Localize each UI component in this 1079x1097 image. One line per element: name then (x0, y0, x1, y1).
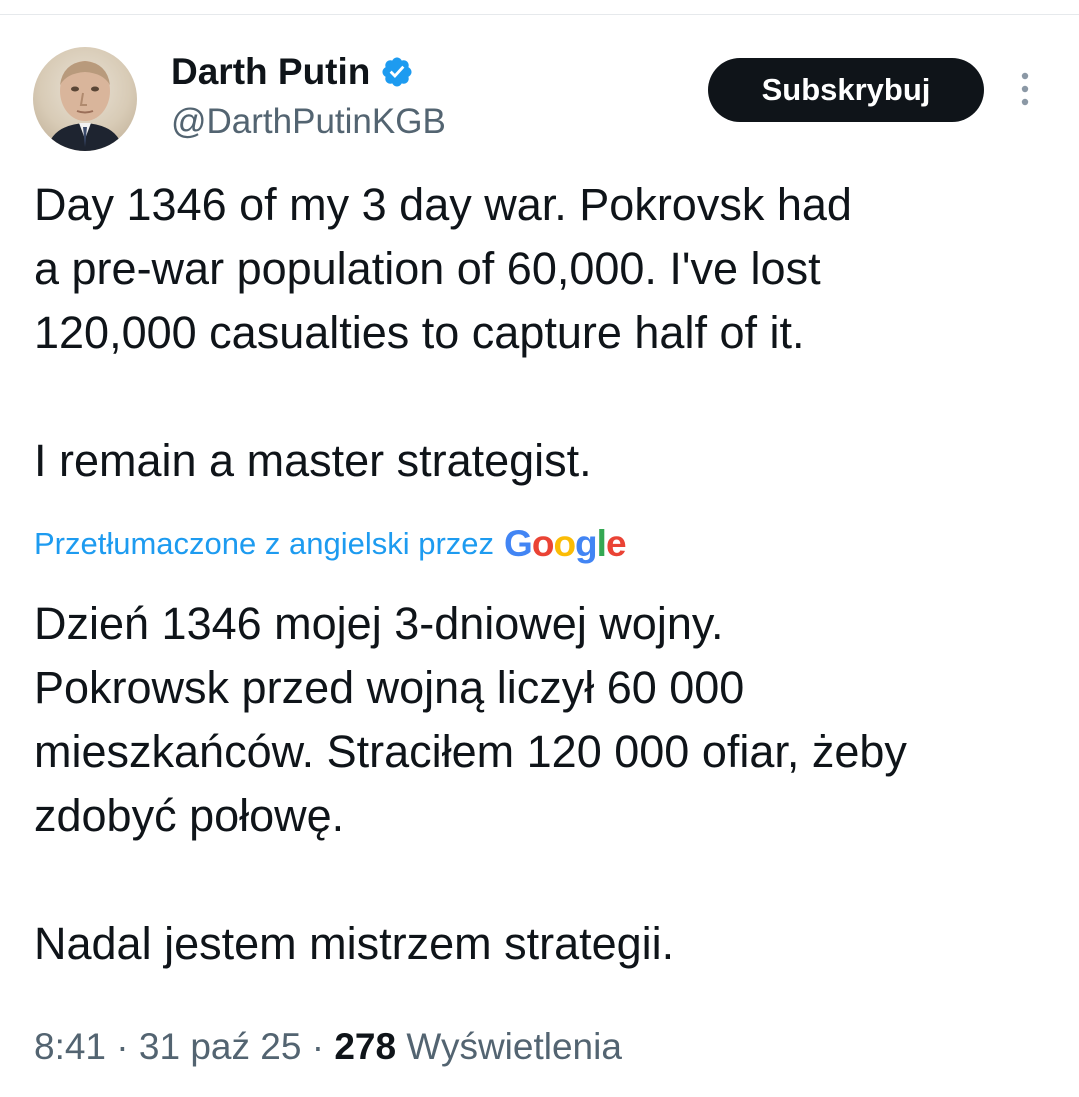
tweet-meta: 8:41 · 31 paź 25 · 278 Wyświetlenia (34, 1022, 622, 1072)
google-logo-letter: g (575, 523, 598, 564)
author-display-name[interactable]: Darth Putin (171, 50, 370, 94)
views-count: 278 (334, 1026, 397, 1067)
google-logo-letter: o (553, 523, 576, 564)
top-divider (0, 14, 1079, 15)
tweet-original-text: Day 1346 of my 3 day war. Pokrovsk had a… (34, 179, 852, 486)
author-handle[interactable]: @DarthPutinKGB (171, 100, 446, 144)
google-logo-letter: o (531, 523, 555, 564)
verified-badge-icon (382, 57, 412, 87)
tweet-date[interactable]: 31 paź 25 (139, 1026, 302, 1067)
meta-separator: · (301, 1026, 335, 1067)
author-display-name-row[interactable]: Darth Putin (171, 50, 414, 94)
translation-note-label[interactable]: Przetłumaczone z angielski przez (34, 520, 494, 568)
meta-separator: · (106, 1026, 139, 1067)
views-label: Wyświetlenia (406, 1026, 622, 1067)
google-logo: Google (504, 520, 627, 568)
more-vertical-icon[interactable] (1012, 70, 1038, 110)
google-logo-letter: l (596, 523, 607, 564)
avatar[interactable] (33, 47, 137, 151)
tweet-translated-text: Dzień 1346 mojej 3-dniowej wojny. Pokrow… (34, 598, 907, 969)
google-logo-letter: e (605, 523, 627, 564)
tweet-time[interactable]: 8:41 (34, 1026, 106, 1067)
translation-note[interactable]: Przetłumaczone z angielski przez Google (34, 520, 626, 568)
google-logo-letter: G (504, 523, 533, 564)
avatar-image (47, 61, 123, 151)
subscribe-button[interactable]: Subskrybuj (708, 58, 984, 122)
